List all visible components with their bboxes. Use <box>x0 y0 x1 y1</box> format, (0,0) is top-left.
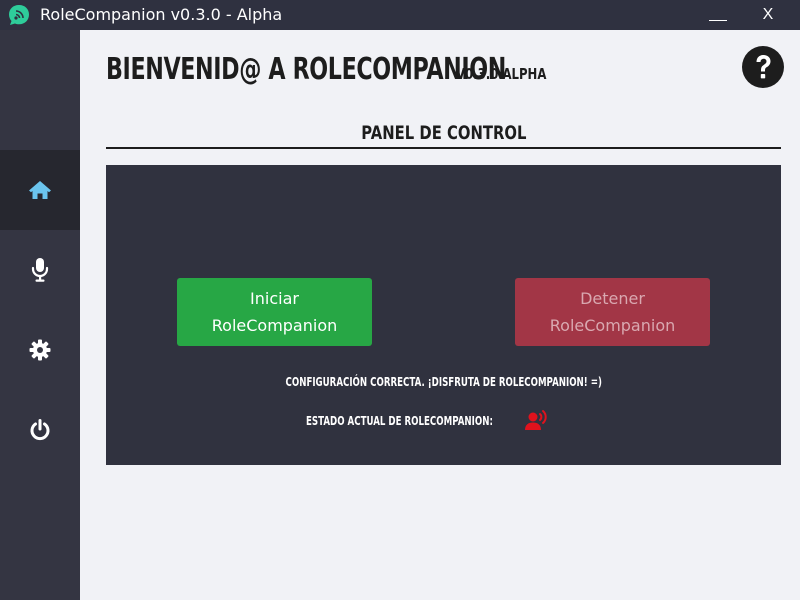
current-state-label: ESTADO ACTUAL DE ROLECOMPANION: <box>306 414 493 428</box>
help-button[interactable] <box>741 45 785 89</box>
start-button[interactable]: Iniciar RoleCompanion <box>177 278 372 346</box>
help-icon <box>742 46 784 88</box>
power-icon <box>30 419 50 441</box>
app-logo-icon <box>9 5 29 25</box>
window-title: RoleCompanion v0.3.0 - Alpha <box>40 5 283 24</box>
version-label: V0.3.0 ALPHA <box>456 65 547 83</box>
stop-button[interactable]: Detener RoleCompanion <box>515 278 710 346</box>
close-button[interactable]: X <box>745 0 791 30</box>
minimize-icon <box>709 20 727 21</box>
microphone-icon <box>31 258 49 282</box>
section-divider <box>106 147 781 149</box>
page-heading: BIENVENID@ A ROLECOMPANION V0.3.0 ALPHA <box>106 52 647 92</box>
main-content: BIENVENID@ A ROLECOMPANION V0.3.0 ALPHA … <box>80 30 800 600</box>
config-status-text: CONFIGURACIÓN CORRECTA. ¡DISFRUTA DE ROL… <box>285 375 602 389</box>
gear-icon <box>29 339 51 361</box>
control-panel-title-text: PANEL DE CONTROL <box>360 122 527 144</box>
page-title: BIENVENID@ A ROLECOMPANION <box>106 52 507 87</box>
sidebar-item-microphone[interactable] <box>0 230 80 310</box>
config-status-message: CONFIGURACIÓN CORRECTA. ¡DISFRUTA DE ROL… <box>106 375 781 389</box>
home-icon <box>29 181 51 199</box>
sidebar <box>0 30 80 600</box>
current-state-row: ESTADO ACTUAL DE ROLECOMPANION: <box>106 409 781 431</box>
control-panel: Iniciar RoleCompanion Detener RoleCompan… <box>106 165 781 465</box>
speaking-user-icon <box>525 410 547 430</box>
control-panel-title: PANEL DE CONTROL <box>106 122 781 144</box>
minimize-button[interactable] <box>694 0 740 30</box>
sidebar-item-home[interactable] <box>0 150 80 230</box>
title-bar: RoleCompanion v0.3.0 - Alpha X <box>0 0 800 30</box>
sidebar-item-power[interactable] <box>0 390 80 470</box>
sidebar-item-settings[interactable] <box>0 310 80 390</box>
